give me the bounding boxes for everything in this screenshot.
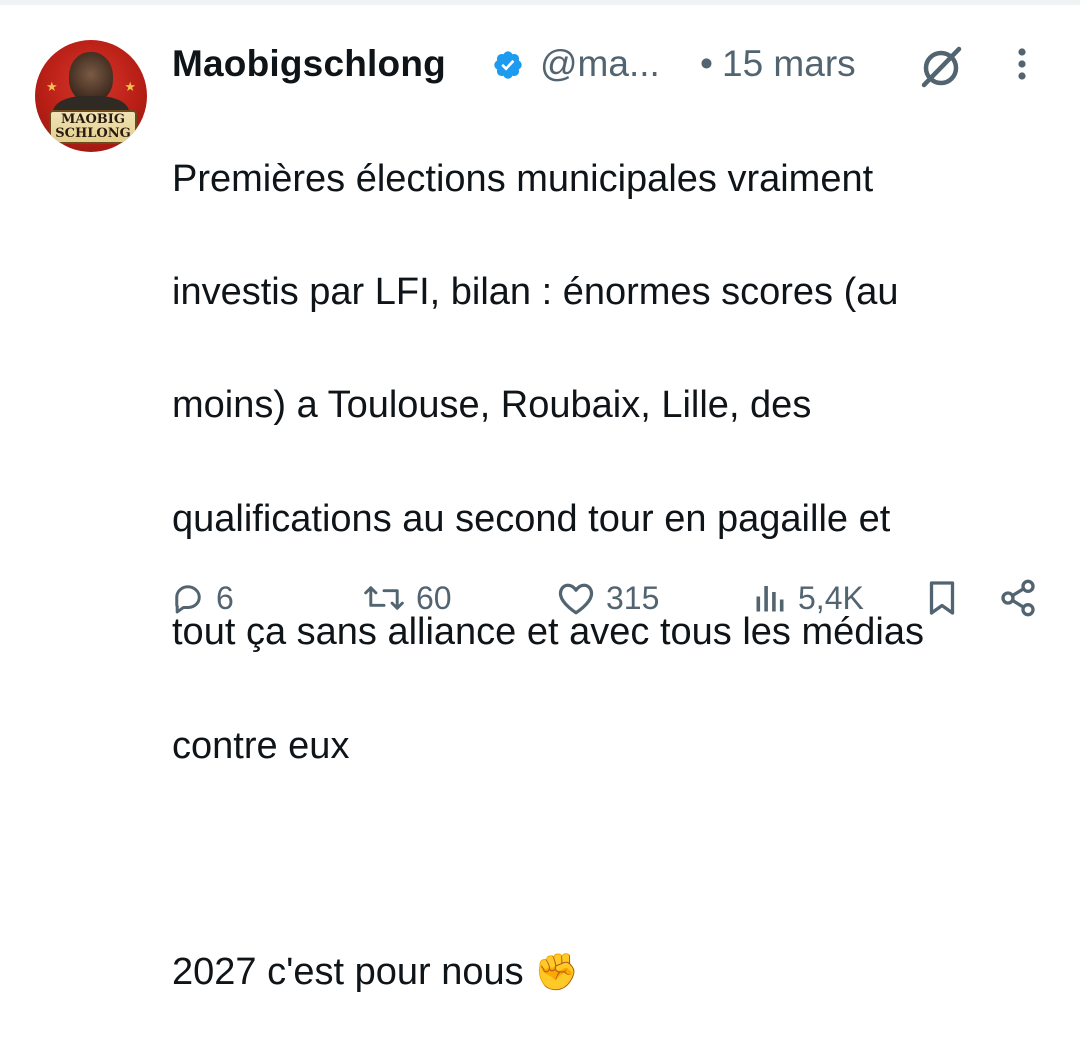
bookmark-icon bbox=[929, 581, 955, 615]
avatar-label-line-1: MAOBIG bbox=[61, 112, 125, 127]
views-button[interactable]: 5,4K bbox=[752, 570, 864, 626]
tweet-body-line: investis par LFI, bilan : énormes scores… bbox=[172, 271, 899, 314]
verified-badge-icon bbox=[494, 51, 522, 79]
separator-dot: • bbox=[700, 43, 713, 84]
tweet-body-line bbox=[172, 831, 1052, 888]
raised-fist-emoji-icon: ✊ bbox=[534, 951, 579, 993]
author-name[interactable]: Maobigschlong bbox=[172, 40, 446, 88]
share-button[interactable] bbox=[998, 570, 1038, 626]
avatar-label-line-2: SCHLONG bbox=[55, 126, 131, 141]
more-vertical-icon[interactable] bbox=[1008, 46, 1036, 86]
retweet-button[interactable]: 60 bbox=[362, 570, 452, 626]
reply-button[interactable]: 6 bbox=[170, 570, 234, 626]
author-handle[interactable]: @ma... bbox=[540, 40, 660, 88]
reply-icon bbox=[175, 585, 201, 614]
tweet-date[interactable]: 15 mars bbox=[722, 40, 856, 88]
tweet-body-line: contre eux bbox=[172, 724, 350, 767]
bookmark-button[interactable] bbox=[924, 570, 960, 626]
like-count: 315 bbox=[606, 580, 660, 616]
views-count: 5,4K bbox=[798, 580, 864, 616]
avatar[interactable]: ★ ★ MAOBIG SCHLONG bbox=[35, 40, 147, 152]
star-icon: ★ bbox=[124, 79, 136, 94]
tweet-body-line: 2027 c'est pour nous bbox=[172, 951, 535, 994]
like-button[interactable]: 315 bbox=[556, 570, 659, 626]
top-divider bbox=[0, 0, 1080, 5]
avatar-portrait-head bbox=[69, 52, 113, 102]
star-icon: ★ bbox=[46, 79, 58, 94]
retweet-count: 60 bbox=[416, 580, 452, 616]
tweet-actions-bar: 6 60 315 5,4K bbox=[0, 570, 1080, 626]
share-icon bbox=[1001, 579, 1035, 617]
reply-count: 6 bbox=[216, 580, 234, 616]
heart-icon bbox=[558, 583, 594, 615]
avatar-label: MAOBIG SCHLONG bbox=[49, 110, 137, 144]
views-chart-icon bbox=[756, 586, 784, 612]
tweet-body-line: Premières élections municipales vraiment bbox=[172, 157, 874, 200]
grok-icon[interactable] bbox=[915, 43, 967, 91]
retweet-icon bbox=[364, 586, 404, 610]
tweet-body-last-line: 2027 c'est pour nous ✊ bbox=[172, 944, 1052, 1001]
tweet-body-line: qualifications au second tour en pagaill… bbox=[172, 497, 891, 540]
tweet-body-line: moins) a Toulouse, Roubaix, Lille, des bbox=[172, 384, 812, 427]
